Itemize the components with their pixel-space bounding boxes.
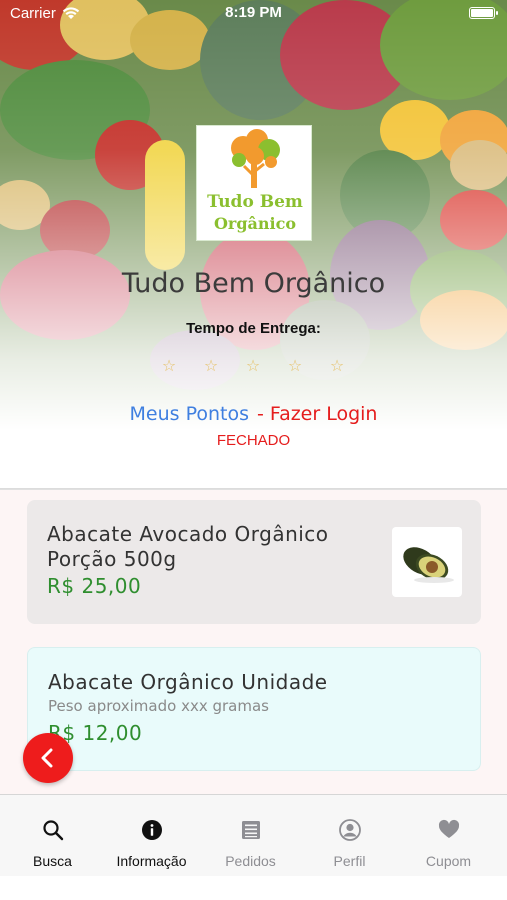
- delivery-time-label: Tempo de Entrega:: [186, 320, 321, 337]
- tab-informacao[interactable]: Informação: [101, 795, 202, 877]
- tab-label: Perfil: [333, 853, 366, 869]
- tab-bar: Busca Informação Pedidos Perfil Cupom: [0, 794, 507, 876]
- store-header: Carrier 8:19 PM Tudo Bem Orgânico Tudo B…: [0, 0, 507, 490]
- product-list[interactable]: Abacate Avocado Orgânico Porção 500g R$ …: [0, 490, 507, 794]
- battery-icon: [469, 7, 498, 19]
- home-indicator-area: [0, 876, 507, 900]
- product-card[interactable]: Abacate Orgânico Unidade Peso aproximado…: [27, 647, 481, 771]
- logo-text-line1: Tudo Bem: [207, 192, 303, 212]
- star-icon: ☆: [245, 356, 261, 375]
- product-image: [392, 527, 462, 597]
- tree-logo-icon: [231, 129, 280, 188]
- tab-label: Cupom: [425, 853, 472, 869]
- star-icon: ☆: [161, 356, 177, 375]
- login-link[interactable]: - Fazer Login: [257, 403, 378, 425]
- tab-label: Pedidos: [225, 853, 276, 869]
- product-price: R$ 25,00: [47, 574, 142, 598]
- status-bar: Carrier 8:19 PM: [0, 0, 507, 28]
- tab-label: Informação: [116, 853, 187, 869]
- heart-icon: [438, 819, 460, 838]
- account-links: Meus Pontos - Fazer Login: [0, 403, 507, 425]
- tab-label: Busca: [33, 853, 72, 869]
- product-name-line2: Porção 500g: [47, 547, 177, 571]
- status-time: 8:19 PM: [225, 4, 282, 21]
- info-icon: [142, 820, 162, 840]
- my-points-link[interactable]: Meus Pontos: [130, 403, 249, 425]
- store-logo: Tudo Bem Orgânico: [196, 125, 312, 241]
- tab-pedidos[interactable]: Pedidos: [200, 795, 301, 877]
- app-screen: Carrier 8:19 PM Tudo Bem Orgânico Tudo B…: [0, 0, 507, 900]
- star-icon: ☆: [203, 356, 219, 375]
- back-button[interactable]: [23, 733, 73, 783]
- star-icon: ☆: [329, 356, 345, 375]
- product-description: Peso aproximado xxx gramas: [48, 697, 269, 715]
- tab-cupom[interactable]: Cupom: [398, 795, 499, 877]
- tab-perfil[interactable]: Perfil: [299, 795, 400, 877]
- tab-busca[interactable]: Busca: [2, 795, 103, 877]
- product-name: Abacate Avocado Orgânico: [47, 522, 329, 546]
- product-name: Abacate Orgânico Unidade: [48, 670, 328, 694]
- store-name: Tudo Bem Orgânico: [121, 268, 386, 299]
- profile-icon: [339, 819, 361, 841]
- search-icon: [43, 820, 64, 841]
- star-icon: ☆: [287, 356, 303, 375]
- list-icon: [242, 821, 260, 839]
- avocado-image: [403, 547, 454, 583]
- logo-text-line2: Orgânico: [213, 214, 297, 233]
- store-status-badge: FECHADO: [216, 432, 291, 449]
- store-rating: ☆ ☆ ☆ ☆ ☆: [160, 357, 360, 377]
- product-card[interactable]: Abacate Avocado Orgânico Porção 500g R$ …: [27, 500, 481, 624]
- chevron-left-icon: [41, 748, 53, 768]
